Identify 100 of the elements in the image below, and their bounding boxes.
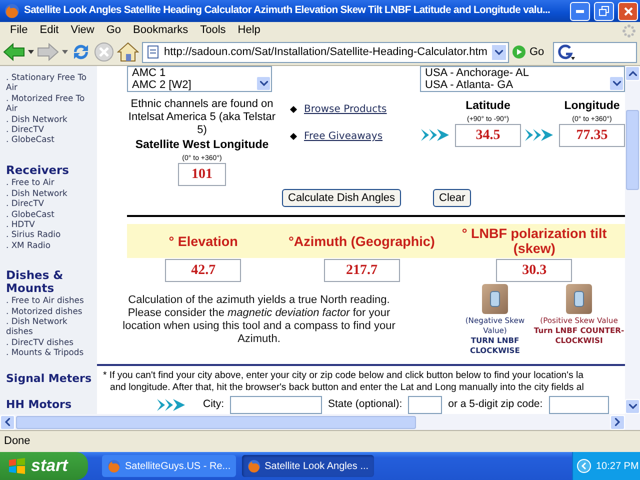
field-label: or a 5-digit zip code: [448,397,543,412]
sidebar-link[interactable]: . DirecTV [6,198,93,209]
start-button[interactable]: start [0,452,88,480]
caret-icon [628,404,636,409]
sidebar-link[interactable]: . Mounts & Tripods [6,347,93,358]
close-icon [624,6,632,16]
caret-icon [5,418,10,426]
sidebar-heading[interactable]: Dishes & Mounts [6,269,93,294]
sidebar-link[interactable]: . Free to Air dishes [6,295,93,306]
sidebar-link[interactable]: . Dish Network dishes [6,316,93,337]
back-arrow-icon[interactable] [3,43,25,61]
sidebar-link[interactable]: . Motorized Free To Air [6,92,93,114]
scroll-thumb[interactable] [16,416,416,428]
browser-icon [107,459,121,473]
browser-icon [246,459,261,473]
result-label: °Azimuth (Geographic) [288,234,435,249]
text-field[interactable] [230,396,322,414]
lnbf-icon [566,284,592,314]
sidebar-link[interactable]: . Dish Network [6,114,93,124]
search-field[interactable] [553,42,637,62]
sidebar-link[interactable]: . Free to Air [6,177,93,188]
field-label: City: [203,397,224,412]
azimuth-note: Calculation of the azimuth yields a true North reading. Please consider the magnetic deviation factor for your location when using this tool and a compass to find your Azimuth. [122,294,396,348]
result-field: 217.7 [324,259,400,282]
menu-item[interactable]: Edit [34,23,65,38]
window-title: Satellite Look Angles Satellite Heading Calculator Azimuth Elevation Skew Tilt LNBF Latitude and Longitude valu... [24,4,552,18]
text-field[interactable] [548,396,609,414]
scroll-down-button[interactable] [609,76,624,91]
menu-item[interactable]: Go [100,23,128,38]
clear-button[interactable]: Clear [433,189,472,208]
dropdown-button[interactable] [491,44,508,60]
menu-item[interactable]: Bookmarks [127,23,194,38]
scroll-left-button[interactable] [0,414,15,430]
instruction-text: * If you can't find your city above, enter your city or zip code below and click button below to find your location's la [102,370,584,382]
sidebar-link[interactable]: . GlobeCast [6,134,93,145]
taskbar-button[interactable]: SatelliteGuys.US - Re... [102,455,236,477]
double-arrow-icon [157,398,187,412]
sidebar-link[interactable]: . HDTV [6,218,93,230]
menu-item[interactable]: Tools [194,23,232,38]
scroll-right-button[interactable] [610,414,625,430]
instruction-text: and longitude. After that, hit the browser's back button and enter the Lat and Long manually into the city fields al [109,382,585,394]
bullet-icon [290,106,298,114]
longitude-field[interactable]: 101 [178,163,226,186]
search-engine-icon [557,44,576,60]
calculate-button[interactable]: Calculate Dish Angles [282,189,402,208]
taskbar-button[interactable]: Satellite Look Angles ... [242,455,374,477]
sidebar-link[interactable]: . DirecTV dishes [6,336,93,348]
horizontal-scrollbar[interactable] [0,414,640,430]
scroll-down-button[interactable] [625,399,640,414]
caret-icon[interactable] [28,50,34,54]
address-field[interactable]: http://sadoun.com/Sat/Installation/Satellite-Heading-Calculator.htm [142,42,510,62]
text-field[interactable] [408,396,442,414]
result-label: ° LNBF polarization tilt (skew) [460,226,608,256]
page-icon [146,45,160,59]
caret-icon[interactable] [62,50,68,54]
result-label: ° Elevation [168,234,238,249]
sidebar-heading[interactable]: HH Motors [6,399,93,412]
field-label: Longitude [563,99,621,114]
scroll-thumb[interactable] [626,110,639,190]
sidebar-heading[interactable]: Receivers [6,164,93,176]
field-label: Satellite West Longitude [135,138,269,153]
caret-icon [615,418,620,426]
field-label: Latitude [464,99,512,114]
menu-item[interactable]: View [64,23,100,38]
menu-item[interactable]: File [4,23,34,38]
menu-item[interactable]: Help [232,23,266,38]
scroll-down-button[interactable] [256,76,271,91]
scroll-up-button[interactable] [625,66,640,81]
close-button[interactable] [618,2,638,20]
stop-icon[interactable] [94,42,114,62]
windows-flag-icon [8,458,26,474]
link[interactable]: Browse Products [304,102,387,117]
coordinate-field[interactable]: 34.5 [455,124,521,148]
caret-icon [495,50,504,54]
sidebar-link[interactable]: . Motorized dishes [6,306,93,316]
vertical-scrollbar[interactable] [625,66,640,414]
link[interactable]: Free Giveaways [304,129,383,144]
sidebar-link[interactable]: . Sirius Radio [6,229,93,240]
restore-button[interactable] [594,2,614,20]
minimize-button[interactable] [570,2,590,20]
sidebar-link[interactable]: . Stationary Free To Air [6,72,93,93]
sidebar-link[interactable]: . Dish Network [6,188,93,198]
coordinate-field[interactable]: 77.35 [559,124,625,148]
minimize-icon [576,10,584,12]
go-icon[interactable] [512,45,526,59]
sidebar-link[interactable]: . DirecTV [6,124,93,134]
go-button[interactable]: Go [529,44,544,60]
chevron-icon[interactable] [577,459,591,473]
home-icon[interactable] [117,42,139,62]
sidebar-link[interactable]: . GlobeCast [6,208,93,219]
satellite-list[interactable]: AMC 1 AMC 2 [W2] [127,66,272,92]
sidebar-heading[interactable]: Signal Meters [6,372,93,386]
sidebar-link[interactable]: . XM Radio [6,240,93,250]
status-text: Done [4,434,30,450]
browser-icon [4,3,20,19]
double-arrow-icon [421,128,451,142]
bullet-icon [290,132,298,140]
reload-icon[interactable] [71,42,91,62]
city-list[interactable]: USA - Anchorage- AL USA - Atlanta- GA [420,66,625,92]
ethnic-note: Ethnic channels are found on Intelsat America 5 (aka Telstar 5) [127,98,277,137]
